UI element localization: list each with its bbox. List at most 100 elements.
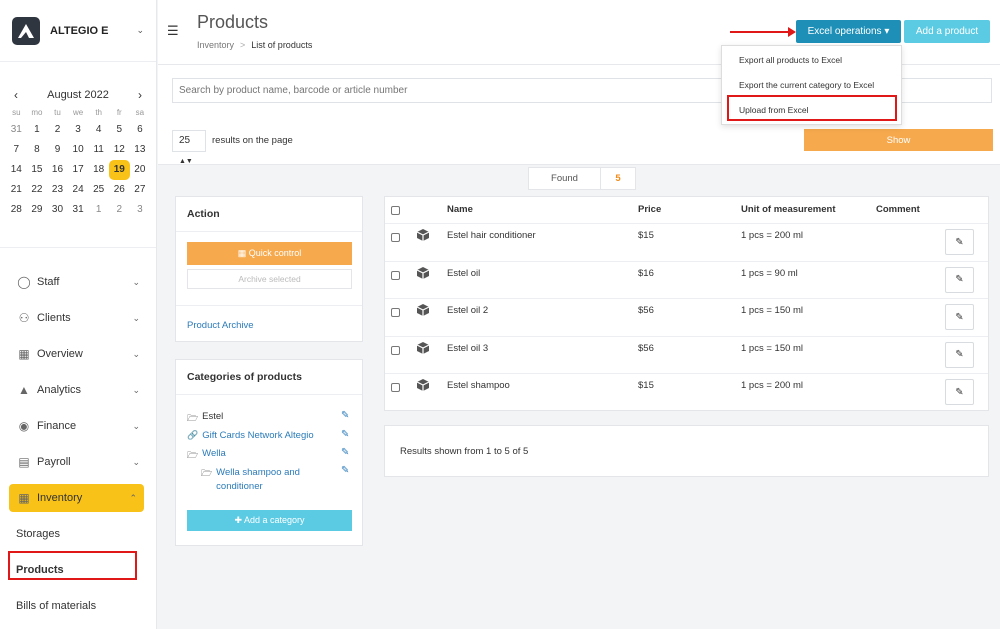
edit-button[interactable]: ✎ xyxy=(945,304,974,330)
next-month-button[interactable]: › xyxy=(138,88,142,102)
calendar-day[interactable]: 7 xyxy=(6,140,27,160)
calendar-day[interactable]: 14 xyxy=(6,160,27,180)
pencil-icon[interactable]: ✎ xyxy=(341,447,349,458)
column-header-unit[interactable]: Unit of measurement xyxy=(741,197,836,223)
calendar-day[interactable]: 10 xyxy=(68,140,89,160)
breadcrumb-inventory[interactable]: Inventory xyxy=(197,40,234,50)
calendar-day[interactable]: 3 xyxy=(130,200,151,220)
export-all-products-item[interactable]: Export all products to Excel xyxy=(722,48,901,73)
product-name-link[interactable]: Estel oil xyxy=(447,268,480,279)
calendar-day[interactable]: 23 xyxy=(47,180,68,200)
calendar-day[interactable]: 1 xyxy=(27,120,48,140)
calendar-day-today[interactable]: 19 xyxy=(108,160,130,180)
per-page-select[interactable]: 25 ▲▼ xyxy=(172,130,206,165)
calendar-day[interactable]: 31 xyxy=(6,120,27,140)
product-name-link[interactable]: Estel oil 2 xyxy=(447,305,488,316)
calendar-day[interactable]: 6 xyxy=(130,120,151,140)
calendar-day[interactable]: 20 xyxy=(130,160,151,180)
calendar-day[interactable]: 16 xyxy=(47,160,68,180)
highlight-box-upload xyxy=(727,95,897,121)
action-panel-title: Action xyxy=(176,197,362,232)
row-checkbox[interactable] xyxy=(391,270,400,280)
sidebar-item-analytics[interactable]: ▲ Analytics ⌄ xyxy=(0,372,156,408)
calendar-day[interactable]: 29 xyxy=(27,200,48,220)
sidebar-subitem-storages[interactable]: Storages xyxy=(0,516,156,552)
calendar-day[interactable]: 21 xyxy=(6,180,27,200)
sidebar-item-payroll[interactable]: ▤ Payroll ⌄ xyxy=(0,444,156,480)
column-header-name[interactable]: Name xyxy=(447,197,473,223)
pencil-icon[interactable]: ✎ xyxy=(341,429,349,440)
calendar-day[interactable]: 2 xyxy=(109,200,130,220)
pencil-icon[interactable]: ✎ xyxy=(341,465,349,476)
calendar-day[interactable]: 13 xyxy=(130,140,151,160)
sidebar-item-staff[interactable]: ◯ Staff ⌄ xyxy=(0,264,156,300)
edit-button[interactable]: ✎ xyxy=(945,379,974,405)
product-price: $56 xyxy=(638,305,654,316)
show-button[interactable]: Show xyxy=(804,129,993,151)
quick-control-button[interactable]: ▦ Quick control xyxy=(187,242,352,265)
calendar-day[interactable]: 12 xyxy=(109,140,130,160)
found-label: Found xyxy=(528,167,601,190)
product-price: $15 xyxy=(638,380,654,391)
calendar-weekday: tu xyxy=(54,108,61,117)
calendar-day[interactable]: 17 xyxy=(68,160,89,180)
category-item[interactable]: 🗁 Wella shampoo and conditioner xyxy=(201,466,341,494)
calendar-day[interactable]: 26 xyxy=(109,180,130,200)
calendar-day[interactable]: 4 xyxy=(88,120,109,140)
sidebar-item-label: Overview xyxy=(37,348,83,360)
product-name-link[interactable]: Estel oil 3 xyxy=(447,343,488,354)
calendar-day[interactable]: 11 xyxy=(88,140,109,160)
prev-month-button[interactable]: ‹ xyxy=(14,88,18,102)
sidebar-item-inventory[interactable]: ▦ Inventory ⌃ xyxy=(9,484,144,512)
column-header-comment: Comment xyxy=(876,204,920,215)
calendar-day[interactable]: 25 xyxy=(88,180,109,200)
sidebar-item-overview[interactable]: ▦ Overview ⌄ xyxy=(0,336,156,372)
pencil-icon: ✎ xyxy=(955,274,964,285)
category-item[interactable]: 🗁 Estel xyxy=(187,411,223,427)
brand-header[interactable]: ALTEGIO E ⌄ xyxy=(0,0,156,62)
sidebar-item-clients[interactable]: ⚇ Clients ⌄ xyxy=(0,300,156,336)
excel-operations-button[interactable]: Excel operations ▾ xyxy=(796,20,901,43)
calendar-day[interactable]: 3 xyxy=(68,120,89,140)
edit-button[interactable]: ✎ xyxy=(945,229,974,255)
calendar-day[interactable]: 9 xyxy=(47,140,68,160)
calendar-grid: su mo tu we th fr sa 31 1 2 3 4 5 6 7 8 9 10 11 12 13 14 15 16 1… xyxy=(6,106,150,220)
chevron-down-icon[interactable]: ⌄ xyxy=(136,25,144,36)
calendar-day[interactable]: 31 xyxy=(68,200,89,220)
calendar-day[interactable]: 8 xyxy=(27,140,48,160)
edit-button[interactable]: ✎ xyxy=(945,266,974,293)
row-checkbox[interactable] xyxy=(391,233,400,242)
product-name-link[interactable]: Estel shampoo xyxy=(447,380,510,391)
sidebar-subitem-bills-of-materials[interactable]: Bills of materials xyxy=(0,588,156,624)
hamburger-menu-icon[interactable]: ☰ xyxy=(167,23,179,39)
calendar-day[interactable]: 1 xyxy=(88,200,109,220)
archive-selected-button[interactable]: Archive selected xyxy=(187,269,352,289)
edit-button[interactable]: ✎ xyxy=(945,341,974,368)
folder-open-icon: 🗁 xyxy=(201,468,213,478)
row-checkbox[interactable] xyxy=(391,383,400,392)
row-checkbox[interactable] xyxy=(391,308,400,317)
calendar-day[interactable]: 22 xyxy=(27,180,48,200)
calendar-day[interactable]: 24 xyxy=(68,180,89,200)
calendar-day[interactable]: 27 xyxy=(130,180,151,200)
category-item[interactable]: 🗁 Wella xyxy=(187,448,226,464)
sidebar-item-finance[interactable]: ◉ Finance ⌄ xyxy=(0,408,156,444)
product-name-link[interactable]: Estel hair conditioner xyxy=(447,230,536,241)
calendar-day[interactable]: 28 xyxy=(6,200,27,220)
sidebar-item-label: Analytics xyxy=(37,384,82,396)
calendar-day[interactable]: 18 xyxy=(88,160,109,180)
calendar-day[interactable]: 30 xyxy=(47,200,68,220)
calendar-day[interactable]: 5 xyxy=(109,120,130,140)
select-all-checkbox[interactable] xyxy=(391,206,400,215)
pencil-icon[interactable]: ✎ xyxy=(341,410,349,421)
product-archive-link[interactable]: Product Archive xyxy=(187,320,254,331)
calendar-day[interactable]: 15 xyxy=(27,160,48,180)
row-checkbox[interactable] xyxy=(391,345,400,355)
add-category-button[interactable]: ✚ Add a category xyxy=(187,510,352,531)
box-icon xyxy=(416,341,430,358)
column-header-price[interactable]: Price xyxy=(638,197,661,223)
clients-icon: ⚇ xyxy=(18,311,30,325)
category-item[interactable]: 🔗 Gift Cards Network Altegio xyxy=(187,430,314,441)
calendar-day[interactable]: 2 xyxy=(47,120,68,140)
add-product-button[interactable]: Add a product xyxy=(904,20,990,43)
